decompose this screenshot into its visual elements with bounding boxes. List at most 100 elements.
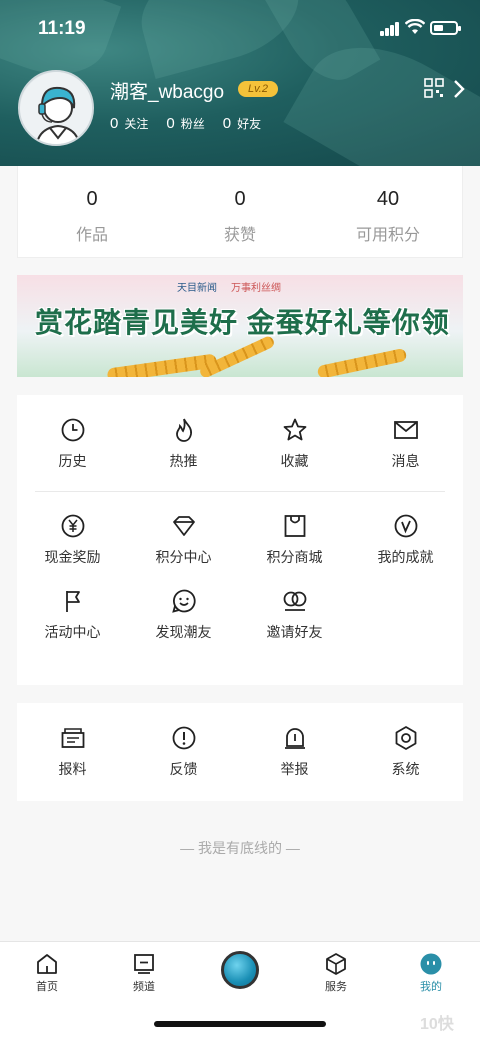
friends-stat[interactable]: 0 好友 (223, 115, 261, 132)
promo-banner[interactable]: 天目新闻 万事利丝绸 赏花踏青见美好 金蚕好礼等你领 (17, 275, 463, 377)
menu-label: 报料 (58, 761, 87, 777)
battery-icon (430, 21, 461, 35)
banner-brand-tianmu: 天目新闻 (177, 283, 217, 294)
menu-label: 现金奖励 (44, 549, 101, 565)
avatar[interactable] (18, 70, 94, 146)
menu-label: 活动中心 (44, 624, 101, 640)
menu-points-center[interactable]: 积分中心 (128, 513, 239, 567)
smile-icon (171, 589, 196, 613)
flame-icon (175, 418, 192, 442)
stats-card: 0 作品 0 获赞 40 可用积分 (17, 166, 463, 258)
menu-label: 邀请好友 (266, 624, 323, 640)
home-icon (37, 954, 57, 974)
friends-label: 好友 (237, 117, 262, 131)
menu-label: 举报 (280, 761, 309, 777)
settings-hexagon-icon (395, 726, 416, 750)
mail-icon (393, 421, 418, 439)
tab-label: 我的 (420, 981, 442, 993)
banner-brand-wensli: 万事利丝绸 (231, 283, 281, 294)
level-badge: Lv.2 (238, 81, 278, 97)
fans-label: 粉丝 (180, 117, 205, 131)
stat-label: 获赞 (223, 227, 256, 244)
menu-system[interactable]: 系统 (350, 725, 461, 779)
menu-label: 积分中心 (155, 549, 212, 565)
signal-icon (380, 22, 402, 36)
watermark-text: 10快 (420, 1016, 454, 1033)
menu-history[interactable]: 历史 (17, 417, 128, 471)
end-of-list-text: — 我是有底线的 — (180, 840, 300, 856)
menu-label: 热推 (169, 453, 198, 469)
stat-value: 0 (86, 188, 98, 210)
menu-label: 收藏 (280, 453, 309, 469)
diamond-icon (172, 516, 195, 536)
tab-label: 首页 (36, 981, 58, 993)
tools-menu-card: 报料 反馈 举报 系统 (17, 703, 463, 801)
status-bar: 11:19 (0, 0, 480, 60)
friends-count: 0 (222, 115, 232, 132)
menu-label: 消息 (391, 453, 420, 469)
clock-icon (61, 418, 84, 442)
follow-count: 0 (110, 115, 119, 132)
shopping-bag-icon (284, 515, 305, 537)
tab-label: 频道 (133, 981, 155, 993)
stat-works[interactable]: 0 作品 (18, 166, 166, 257)
stat-value: 40 (376, 188, 400, 210)
menu-invite-friends[interactable]: 邀请好友 (239, 588, 350, 642)
report-tip-icon (61, 728, 84, 748)
menu-report[interactable]: 举报 (239, 725, 350, 779)
feature-menu-card: 历史 热推 收藏 消息 现金奖励 积分中心 积分商城 我的成就 活动中心 发现潮… (17, 395, 463, 685)
feedback-icon (172, 726, 195, 750)
menu-discover-friends[interactable]: 发现潮友 (128, 588, 239, 642)
menu-label: 积分商城 (266, 549, 323, 565)
menu-tip-off[interactable]: 报料 (17, 725, 128, 779)
menu-cash-reward[interactable]: 现金奖励 (17, 513, 128, 567)
fans-count: 0 (166, 115, 175, 132)
status-time: 11:19 (38, 18, 86, 39)
home-indicator (154, 1021, 326, 1027)
menu-achievements[interactable]: 我的成就 (350, 513, 461, 567)
fans-stat[interactable]: 0 粉丝 (166, 115, 204, 132)
username[interactable]: 潮客_wbacgo (110, 77, 224, 104)
stat-label: 作品 (75, 227, 108, 244)
menu-messages[interactable]: 消息 (350, 417, 461, 471)
stat-value: 0 (234, 188, 246, 210)
stat-likes[interactable]: 0 获赞 (166, 166, 314, 257)
menu-favorites[interactable]: 收藏 (239, 417, 350, 471)
silkworm-illustration (316, 347, 408, 377)
menu-label: 反馈 (169, 761, 198, 777)
follow-stat[interactable]: 0 关注 (110, 115, 148, 132)
social-stats: 0 关注 0 粉丝 0 好友 (110, 115, 261, 132)
menu-feedback[interactable]: 反馈 (128, 725, 239, 779)
wifi-icon (405, 19, 425, 34)
menu-points-mall[interactable]: 积分商城 (239, 513, 350, 567)
tab-mine[interactable]: 我的 (401, 952, 461, 994)
alarm-icon (284, 728, 305, 749)
menu-label: 我的成就 (377, 549, 434, 565)
qr-code-icon[interactable] (424, 78, 444, 98)
flag-icon (65, 591, 80, 612)
menu-label: 发现潮友 (155, 624, 212, 640)
invite-icon (283, 591, 306, 611)
stat-points[interactable]: 40 可用积分 (314, 166, 462, 257)
profile-header: 11:19 潮客_wbacgo Lv.2 0 关注 0 粉丝 0 好友 (0, 0, 480, 166)
tab-channels[interactable]: 频道 (114, 952, 174, 994)
menu-divider (35, 491, 445, 492)
menu-label: 系统 (391, 761, 420, 777)
tab-services[interactable]: 服务 (306, 952, 366, 994)
center-action-button[interactable] (221, 951, 259, 989)
banner-brands: 天目新闻 万事利丝绸 (177, 279, 281, 294)
menu-label: 历史 (58, 453, 87, 469)
follow-label: 关注 (124, 117, 149, 131)
stat-label: 可用积分 (355, 227, 420, 244)
chevron-right-icon[interactable] (450, 78, 468, 100)
achievement-icon (394, 514, 417, 538)
channel-icon (134, 954, 154, 974)
menu-activity-center[interactable]: 活动中心 (17, 588, 128, 642)
menu-hot[interactable]: 热推 (128, 417, 239, 471)
banner-headline: 赏花踏青见美好 金蚕好礼等你领 (35, 307, 450, 338)
avatar-illustration-icon (20, 72, 92, 144)
star-icon (283, 418, 306, 441)
tab-home[interactable]: 首页 (17, 952, 77, 994)
service-cube-icon (326, 953, 346, 975)
tab-label: 服务 (325, 981, 347, 993)
